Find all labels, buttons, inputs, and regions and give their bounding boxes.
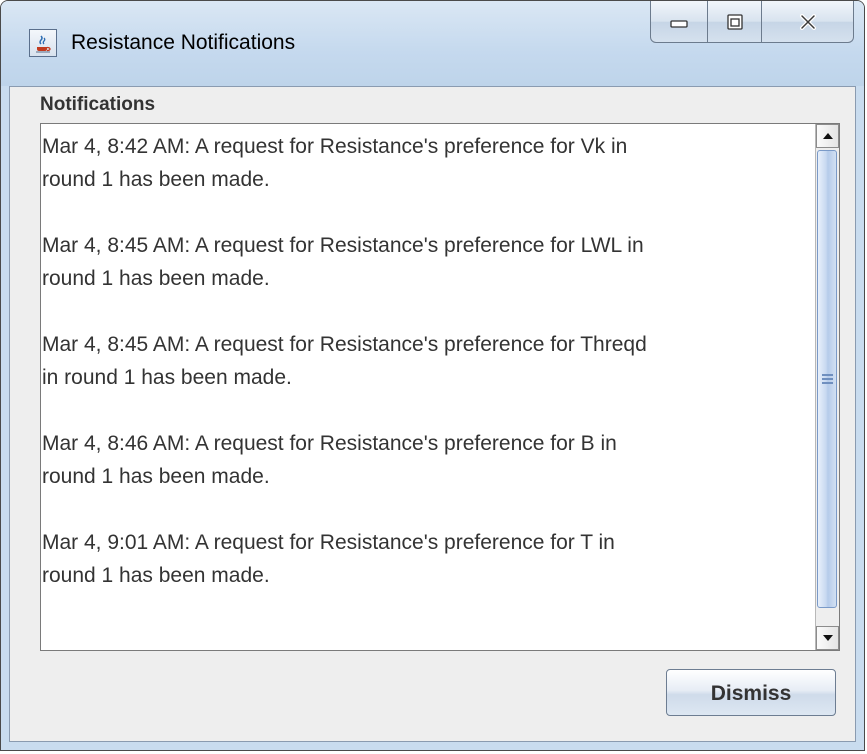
minimize-button[interactable] xyxy=(650,1,708,43)
title-bar[interactable]: Resistance Notifications xyxy=(1,1,864,86)
triangle-up-icon xyxy=(822,133,833,139)
scroll-up-button[interactable] xyxy=(816,124,839,148)
java-app-icon[interactable] xyxy=(29,29,57,57)
window-content: Notifications Mar 4, 8:42 AM: A request … xyxy=(9,86,856,742)
maximize-button[interactable] xyxy=(708,1,762,43)
grip-lines-icon xyxy=(822,372,833,386)
vertical-scrollbar[interactable] xyxy=(815,124,839,650)
notification-message: Mar 4, 8:45 AM: A request for Resistance… xyxy=(42,333,647,389)
notification-message: Mar 4, 9:01 AM: A request for Resistance… xyxy=(42,531,615,587)
caption-buttons xyxy=(650,1,854,45)
notification-message: Mar 4, 8:42 AM: A request for Resistance… xyxy=(42,135,628,191)
close-icon xyxy=(799,13,816,30)
maximize-icon xyxy=(726,13,743,30)
minimize-icon xyxy=(670,19,688,28)
notifications-heading: Notifications xyxy=(40,94,156,115)
scroll-thumb[interactable] xyxy=(817,150,837,608)
window-title: Resistance Notifications xyxy=(71,31,296,54)
notification-message: Mar 4, 8:46 AM: A request for Resistance… xyxy=(42,432,617,488)
triangle-down-icon xyxy=(822,635,833,641)
notifications-window: Resistance Notifications Notifications M… xyxy=(0,0,865,751)
notifications-text-area[interactable]: Mar 4, 8:42 AM: A request for Resistance… xyxy=(40,123,840,651)
scroll-down-button[interactable] xyxy=(816,626,839,650)
notification-message: Mar 4, 8:45 AM: A request for Resistance… xyxy=(42,234,644,290)
dismiss-button[interactable]: Dismiss xyxy=(666,669,836,716)
close-button[interactable] xyxy=(762,1,854,43)
notifications-list: Mar 4, 8:42 AM: A request for Resistance… xyxy=(42,130,807,625)
